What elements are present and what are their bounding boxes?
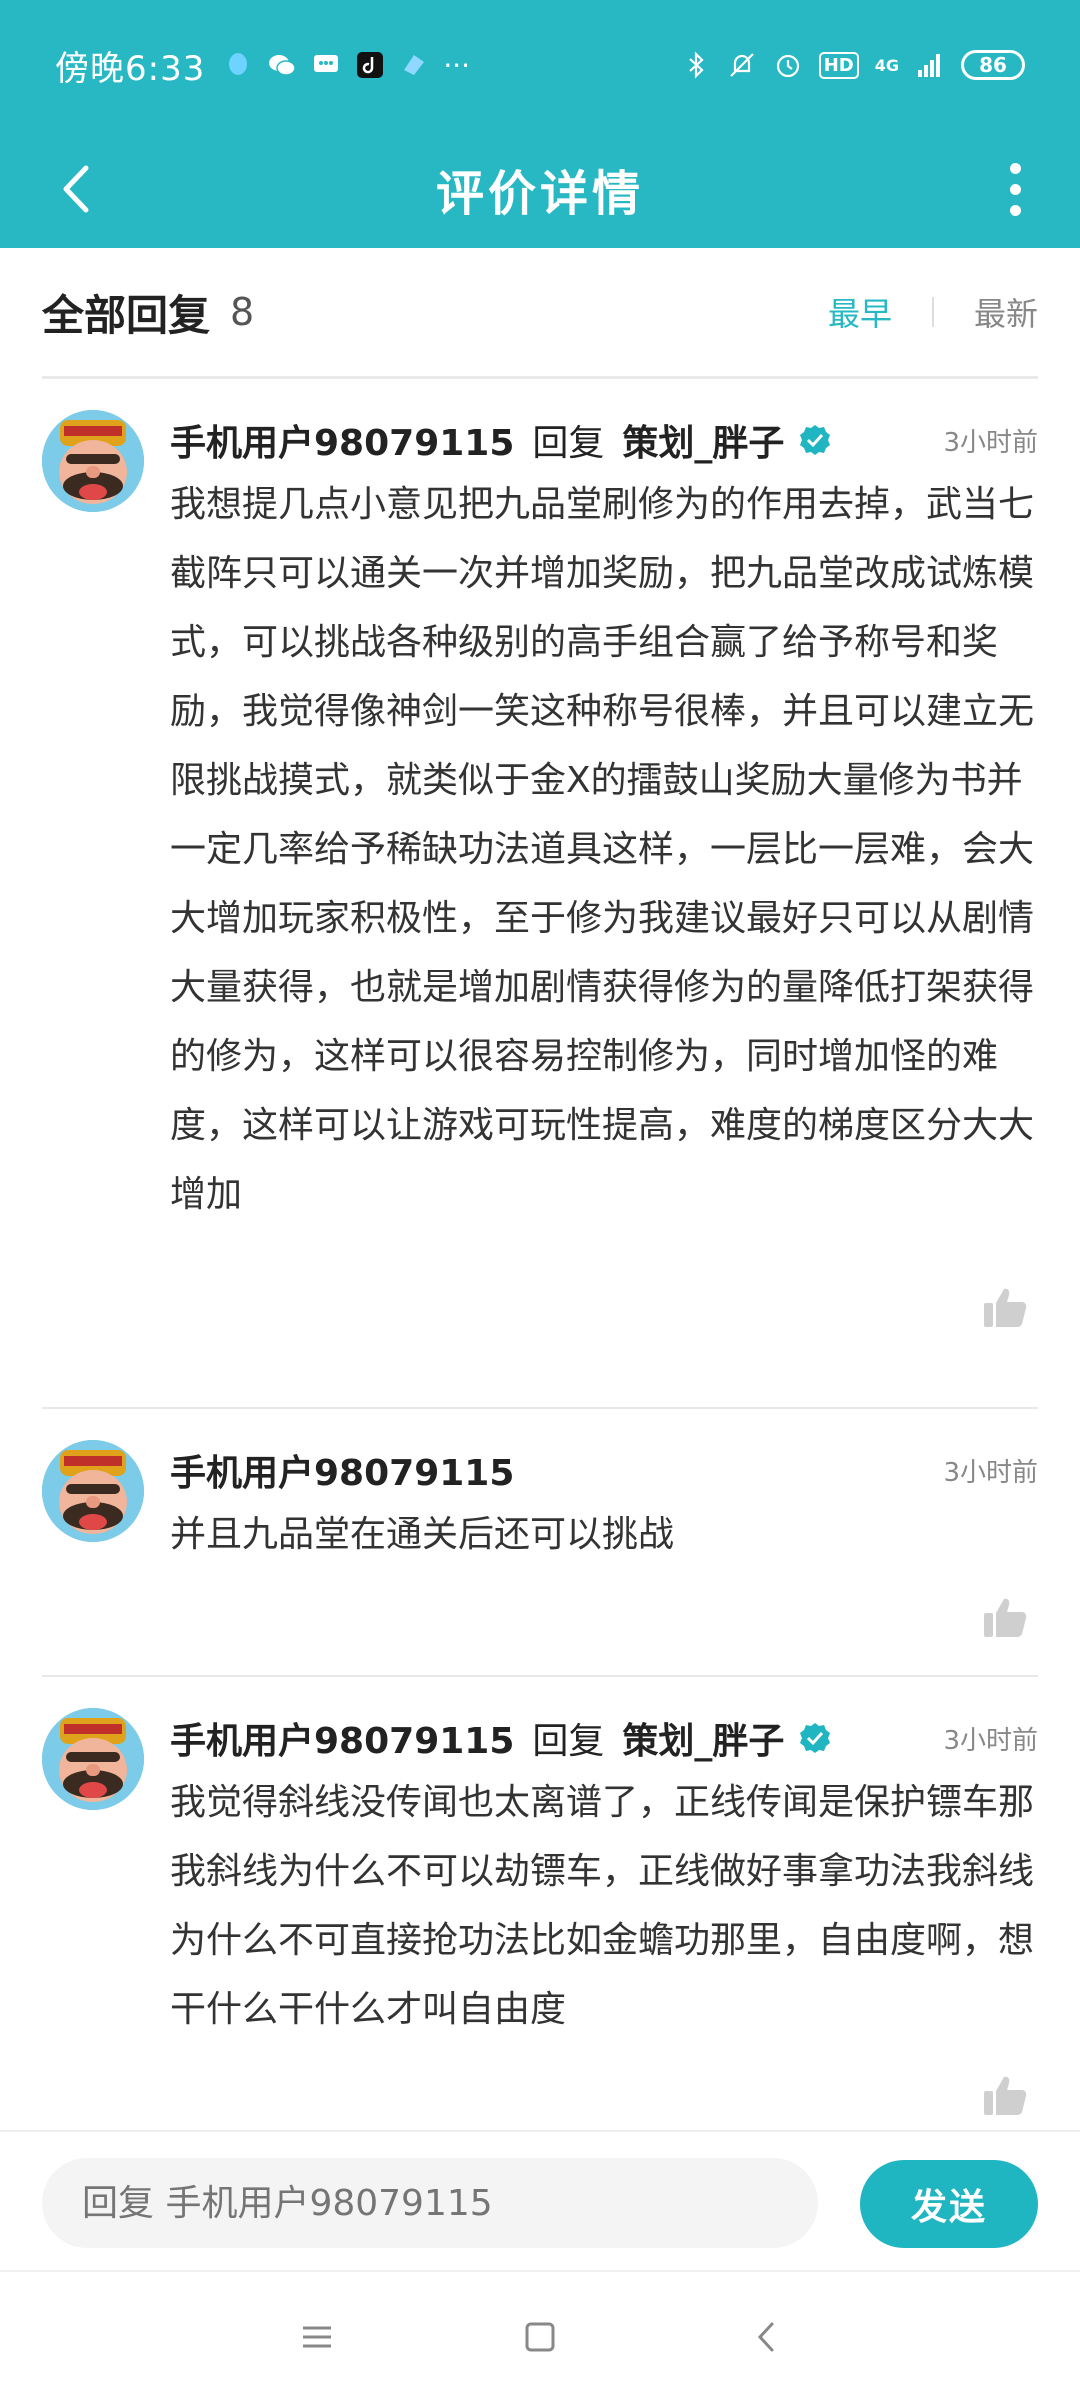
home-button[interactable] xyxy=(513,2310,567,2364)
message-icon xyxy=(314,55,339,72)
comment-item: 手机用户98079115 回复 策划_胖子 3小时前 我觉得斜线没传闻也太离谱了… xyxy=(42,1708,1038,2128)
navigation-bar: 评价详情 xyxy=(0,130,1080,248)
sort-latest-tab[interactable]: 最新 xyxy=(974,289,1038,335)
comment-time: 3小时前 xyxy=(943,1457,1038,1488)
status-right: HD 4G 86 xyxy=(681,50,1025,80)
comment-text: 我觉得斜线没传闻也太离谱了，正线传闻是保护镖车那我斜线为什么不可以劫镖车，正线做… xyxy=(170,1782,1035,2030)
signal-icon xyxy=(918,54,940,77)
replies-count: 8 xyxy=(230,290,255,334)
sort-options: 最早 最新 xyxy=(828,289,1038,335)
hd-badge: HD xyxy=(818,51,859,79)
comment-time: 3小时前 xyxy=(943,1725,1038,1756)
avatar-king-icon xyxy=(42,1440,144,1542)
reply-input-bar: 发送 xyxy=(0,2130,1080,2268)
avatar-king-icon xyxy=(42,1708,144,1810)
comment-item: 手机用户98079115 回复 策划_胖子 3小时前 我想提几点小意见把九品堂刷… xyxy=(42,410,1038,1390)
comment-username[interactable]: 手机用户98079115 xyxy=(170,1712,514,1764)
tiktok-icon xyxy=(357,52,384,78)
system-navigation-bar xyxy=(0,2270,1080,2400)
divider xyxy=(42,1675,1038,1677)
comment-header: 手机用户98079115 3小时前 xyxy=(170,1440,1038,1500)
verified-badge-icon xyxy=(800,425,831,455)
comment-text: 并且九品堂在通关后还可以挑战 xyxy=(170,1514,675,1555)
comment-username[interactable]: 手机用户98079115 xyxy=(170,414,514,466)
comment-time: 3小时前 xyxy=(943,427,1038,458)
reply-input[interactable] xyxy=(42,2158,818,2248)
avatar[interactable] xyxy=(42,1440,144,1542)
divider xyxy=(42,376,1038,379)
qq-icon xyxy=(229,53,248,75)
reply-to-username[interactable]: 策划_胖子 xyxy=(622,414,784,466)
comment-header: 手机用户98079115 回复 策划_胖子 3小时前 xyxy=(170,410,1038,470)
replies-title: 全部回复 xyxy=(42,290,211,340)
mute-icon xyxy=(729,53,754,77)
back-button[interactable] xyxy=(40,154,110,224)
system-back-button[interactable] xyxy=(740,2310,794,2364)
comment-username[interactable]: 手机用户98079115 xyxy=(170,1444,514,1496)
more-options-button[interactable] xyxy=(980,154,1050,224)
avatar[interactable] xyxy=(42,1708,144,1810)
reply-word: 回复 xyxy=(532,1721,605,1762)
like-icon[interactable] xyxy=(982,1285,1028,1331)
avatar[interactable] xyxy=(42,410,144,512)
status-bar: 傍晚6:33 ··· HD 4G 86 xyxy=(0,0,1080,130)
send-button[interactable]: 发送 xyxy=(860,2160,1038,2248)
comment-header: 手机用户98079115 回复 策划_胖子 3小时前 xyxy=(170,1708,1038,1768)
comment-text: 我想提几点小意见把九品堂刷修为的作用去掉，武当七截阵只可以通关一次并增加奖励，把… xyxy=(170,484,1035,1215)
back-triangle-icon xyxy=(757,2322,774,2352)
reply-word: 回复 xyxy=(532,423,605,464)
verified-badge-icon xyxy=(800,1723,831,1753)
sort-earliest-tab[interactable]: 最早 xyxy=(828,289,892,335)
menu-button[interactable] xyxy=(290,2310,344,2364)
battery-indicator: 86 xyxy=(961,50,1025,80)
wechat-icon xyxy=(269,55,297,76)
back-arrow-icon xyxy=(63,165,89,213)
app-icon xyxy=(404,55,425,75)
comment-body: 手机用户98079115 回复 策划_胖子 3小时前 我想提几点小意见把九品堂刷… xyxy=(170,410,1038,1229)
reply-to-username[interactable]: 策划_胖子 xyxy=(622,1712,784,1764)
menu-icon xyxy=(303,2326,331,2348)
status-time: 傍晚6:33 xyxy=(55,48,206,89)
network-type: 4G xyxy=(874,55,899,75)
bluetooth-icon xyxy=(688,51,704,79)
alarm-icon xyxy=(776,54,799,78)
more-dot-icon xyxy=(1009,162,1021,174)
home-square-icon xyxy=(525,2322,555,2352)
app-header: 傍晚6:33 ··· HD 4G 86 评价详情 xyxy=(0,0,1080,248)
replies-header: 全部回复 8 最早 最新 xyxy=(0,248,1080,376)
more-dot-icon xyxy=(1009,204,1021,216)
like-icon[interactable] xyxy=(982,1595,1028,1641)
sort-divider xyxy=(931,297,934,327)
notification-icons: ··· xyxy=(223,49,470,82)
comment-item: 手机用户98079115 3小时前 并且九品堂在通关后还可以挑战 xyxy=(42,1440,1038,1660)
avatar-king-icon xyxy=(42,410,144,512)
comment-body: 手机用户98079115 3小时前 并且九品堂在通关后还可以挑战 xyxy=(170,1440,1038,1569)
more-dot-icon xyxy=(1009,183,1021,195)
comment-body: 手机用户98079115 回复 策划_胖子 3小时前 我觉得斜线没传闻也太离谱了… xyxy=(170,1708,1038,2044)
page-title: 评价详情 xyxy=(435,166,644,222)
more-notifications-icon: ··· xyxy=(443,48,471,82)
like-icon[interactable] xyxy=(982,2073,1028,2119)
divider xyxy=(42,1407,1038,1409)
